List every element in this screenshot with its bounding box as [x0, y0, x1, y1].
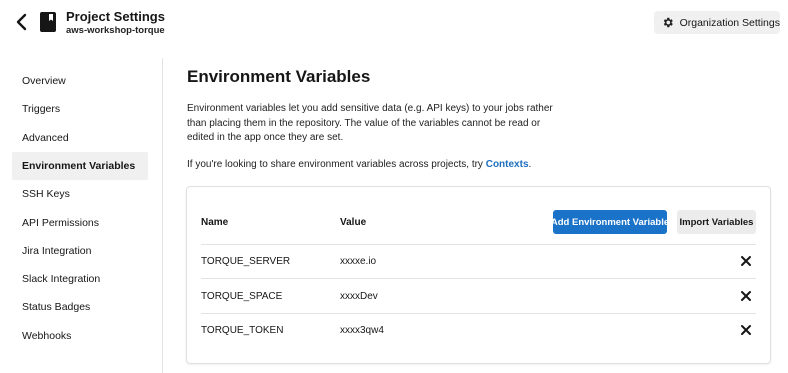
delete-variable-button[interactable]	[740, 255, 752, 267]
share-hint-suffix: .	[528, 159, 532, 170]
delete-variable-button[interactable]	[740, 290, 752, 302]
section-title: Environment Variables	[187, 67, 371, 86]
close-icon	[741, 291, 751, 301]
page-header: Project Settings aws-workshop-torque Org…	[0, 0, 788, 46]
close-icon	[741, 256, 751, 266]
table-divider	[201, 278, 756, 279]
add-environment-variable-button[interactable]: Add Environment Variable	[551, 210, 669, 234]
chevron-left-icon	[16, 13, 27, 31]
back-button[interactable]	[12, 12, 32, 32]
delete-variable-button[interactable]	[740, 324, 752, 336]
organization-settings-label: Organization Settings	[679, 16, 780, 29]
sidebar-item-triggers[interactable]: Triggers	[12, 95, 148, 123]
sidebar-item-jira-integration[interactable]: Jira Integration	[12, 237, 148, 265]
sidebar-item-slack-integration[interactable]: Slack Integration	[12, 265, 148, 293]
book-icon	[40, 12, 56, 32]
contexts-link[interactable]: Contexts	[486, 159, 529, 170]
project-name: aws-workshop-torque	[66, 25, 165, 36]
section-description: Environment variables let you add sensit…	[187, 103, 553, 143]
column-header-name: Name	[201, 217, 229, 228]
sidebar-item-environment-variables[interactable]: Environment Variables	[12, 152, 148, 180]
sidebar-item-overview[interactable]: Overview	[12, 67, 148, 95]
variable-value: xxxxDev	[340, 291, 378, 302]
share-hint: If you're looking to share environment v…	[187, 159, 531, 170]
share-hint-text: If you're looking to share environment v…	[187, 159, 486, 170]
organization-settings-button[interactable]: Organization Settings	[654, 11, 780, 34]
table-divider	[201, 244, 756, 245]
settings-sidebar: Overview Triggers Advanced Environment V…	[0, 58, 163, 373]
table-divider	[201, 313, 756, 314]
variable-name: TORQUE_TOKEN	[201, 325, 284, 336]
page-title-project-settings: Project Settings	[66, 9, 165, 24]
column-header-value: Value	[340, 217, 367, 228]
sidebar-item-advanced[interactable]: Advanced	[12, 124, 148, 152]
close-icon	[741, 325, 751, 335]
variable-value: xxxxe.io	[340, 256, 377, 267]
variable-name: TORQUE_SPACE	[201, 291, 283, 302]
variable-value: xxxx3qw4	[340, 325, 384, 336]
sidebar-item-status-badges[interactable]: Status Badges	[12, 293, 148, 321]
import-variables-button[interactable]: Import Variables	[677, 210, 756, 234]
variable-name: TORQUE_SERVER	[201, 256, 291, 267]
sidebar-item-api-permissions[interactable]: API Permissions	[12, 209, 148, 237]
sidebar-item-ssh-keys[interactable]: SSH Keys	[12, 180, 148, 208]
gear-icon	[663, 17, 673, 28]
sidebar-item-webhooks[interactable]: Webhooks	[12, 322, 148, 350]
